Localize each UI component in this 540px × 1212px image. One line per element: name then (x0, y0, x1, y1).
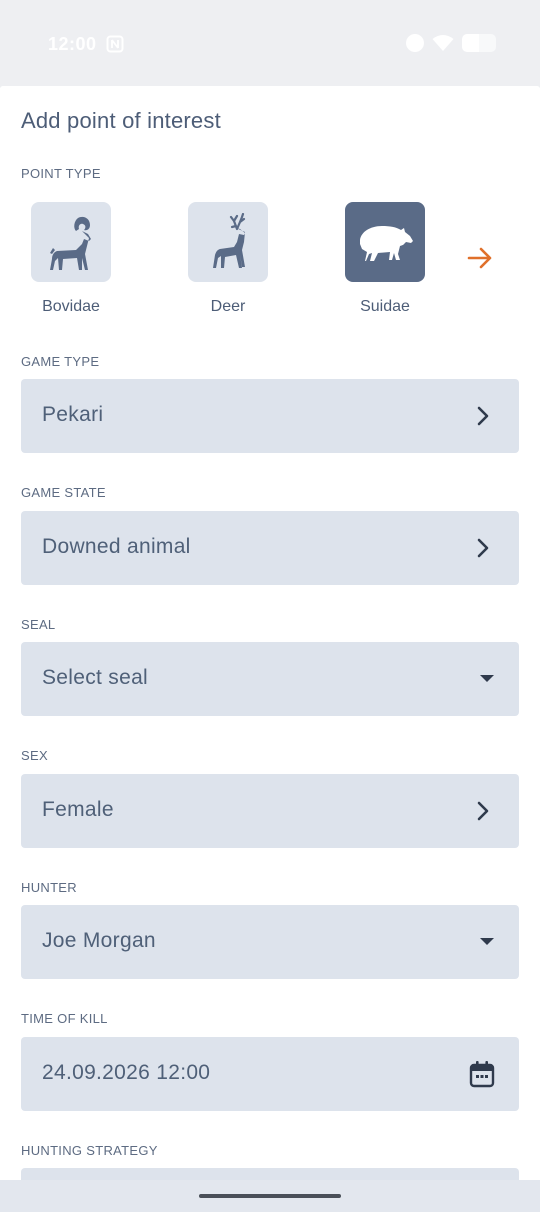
deer-icon (213, 213, 246, 268)
point-type-label-deer: Deer (210, 298, 246, 315)
seal-label: SEAL (21, 617, 56, 632)
hunter-label: HUNTER (21, 880, 77, 895)
wifi-icon (432, 35, 454, 51)
seal-value: Select seal (42, 666, 149, 689)
hunter-value: Joe Morgan (42, 929, 156, 952)
game-state-field[interactable]: Downed animal (21, 511, 519, 585)
time-of-kill-field[interactable]: 24.09.2026 12:00 (21, 1037, 519, 1111)
chevron-right-icon (477, 538, 489, 558)
point-type-suidae[interactable]: Suidae (345, 202, 425, 316)
game-state-value: Downed animal (42, 535, 191, 558)
game-state-label: GAME STATE (21, 485, 106, 500)
point-type-deer[interactable]: Deer (188, 202, 268, 316)
home-handle[interactable] (199, 1194, 341, 1198)
boar-icon (360, 226, 413, 261)
status-time: 12:00 (48, 34, 97, 54)
point-type-tile-selected[interactable] (345, 202, 425, 282)
hunter-select[interactable]: Joe Morgan (21, 905, 519, 979)
status-icons (406, 34, 496, 52)
point-type-bovidae[interactable]: Bovidae (31, 202, 111, 316)
add-poi-sheet: Add point of interest POINT TYPE Bovidae (0, 86, 540, 1212)
game-type-field[interactable]: Pekari (21, 379, 519, 453)
game-type-value: Pekari (42, 403, 104, 426)
seal-select[interactable]: Select seal (21, 642, 519, 716)
status-bar: 12:00 (0, 0, 540, 88)
chevron-right-icon (477, 801, 489, 821)
dropdown-caret-icon (480, 675, 494, 682)
notification-dot-icon (406, 34, 424, 52)
sex-field[interactable]: Female (21, 774, 519, 848)
ram-icon (50, 216, 91, 270)
point-type-label: POINT TYPE (21, 166, 101, 181)
point-type-label-suidae: Suidae (360, 298, 410, 315)
point-type-tile[interactable] (31, 202, 111, 282)
point-type-tile[interactable] (188, 202, 268, 282)
chevron-right-icon (477, 406, 489, 426)
calendar-icon[interactable] (469, 1060, 495, 1088)
time-of-kill-label: TIME OF KILL (21, 1011, 108, 1026)
game-type-label: GAME TYPE (21, 354, 100, 369)
point-type-label-bovidae: Bovidae (42, 298, 100, 315)
hunting-strategy-label: HUNTING STRATEGY (21, 1143, 158, 1158)
sex-value: Female (42, 798, 114, 821)
arrow-right-icon[interactable] (466, 244, 494, 272)
dropdown-caret-icon (480, 938, 494, 945)
navigation-bar (0, 1180, 540, 1212)
nfc-icon (106, 35, 124, 53)
time-of-kill-value: 24.09.2026 12:00 (42, 1061, 211, 1084)
sex-label: SEX (21, 748, 48, 763)
page-title: Add point of interest (21, 108, 221, 133)
battery-icon (462, 34, 496, 52)
